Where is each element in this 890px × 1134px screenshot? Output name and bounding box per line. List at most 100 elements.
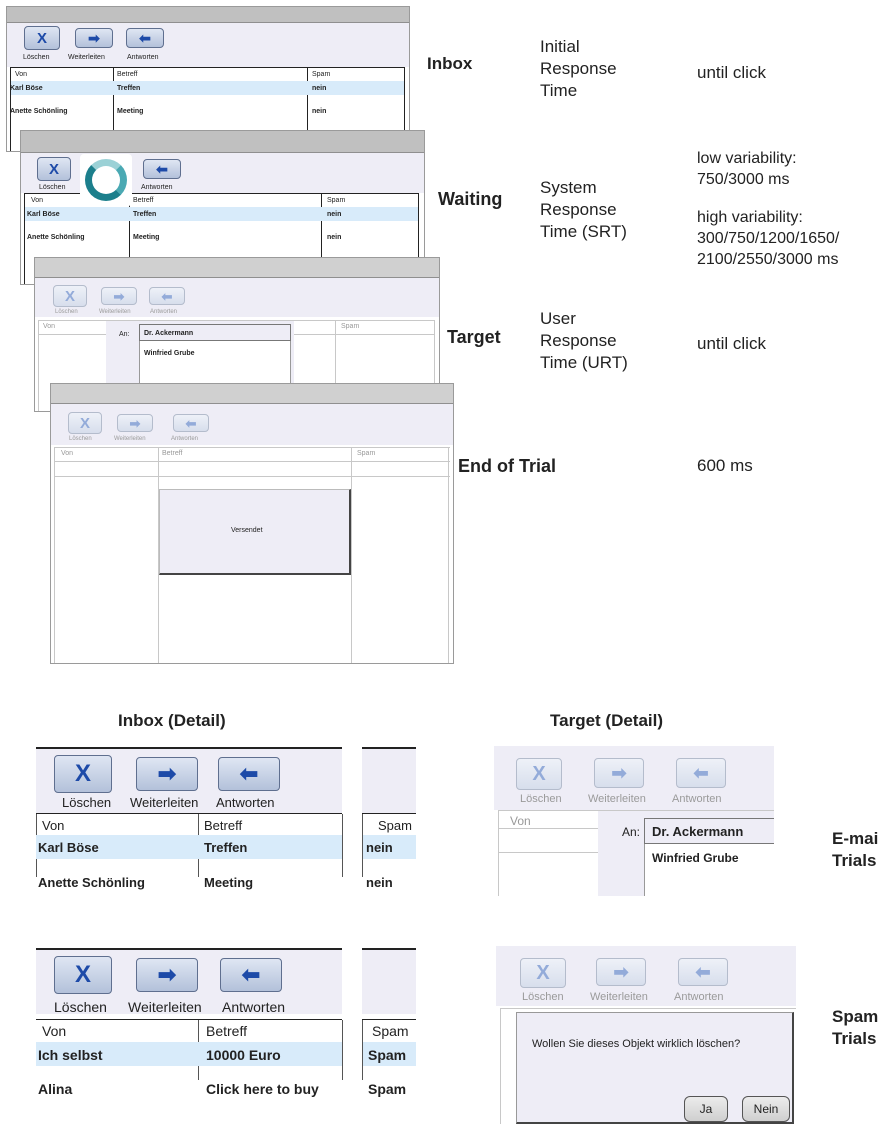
selected-row-highlight (25, 207, 418, 221)
column-spam: Spam (378, 818, 412, 833)
timing-line: 300/750/1200/1650/ (697, 230, 840, 247)
column-subject: Betreff (133, 197, 154, 204)
delete-x-icon: X (74, 961, 91, 988)
reply-button[interactable]: ⬅ (173, 414, 209, 432)
phase-waiting-label: System Response Time (SRT) (540, 177, 627, 243)
reply-arrow-icon: ⬅ (239, 761, 259, 786)
spam-row-1-subject[interactable]: 10000 Euro (206, 1048, 281, 1062)
grid-line (54, 447, 450, 448)
delete-button[interactable]: X (54, 755, 112, 793)
delete-button[interactable]: X (516, 758, 562, 790)
column-subject: Betreff (162, 450, 183, 457)
grid-line (500, 1008, 501, 1124)
forward-arrow-icon: ➡ (157, 962, 177, 987)
reply-label: Antworten (141, 184, 173, 191)
delete-button[interactable]: X (68, 412, 102, 434)
email-row-2-from[interactable]: Anette Schönling (38, 876, 145, 889)
delete-button[interactable]: X (37, 157, 71, 181)
delete-button[interactable]: X (24, 26, 60, 50)
title-bar (51, 384, 453, 404)
grid-line (342, 1020, 343, 1080)
forward-button[interactable]: ➡ (594, 758, 644, 788)
toolbar (362, 950, 416, 1014)
column-spam: Spam (341, 323, 360, 330)
email-row-2-subject[interactable]: Meeting (117, 108, 143, 115)
forward-button[interactable]: ➡ (117, 414, 153, 432)
forward-button[interactable]: ➡ (136, 958, 198, 992)
grid-line (54, 447, 55, 663)
spam-row-2-subject[interactable]: Click here to buy (206, 1082, 319, 1096)
delete-label: Löschen (54, 999, 107, 1015)
email-row-2-from[interactable]: Anette Schönling (27, 234, 85, 241)
delete-label: Löschen (69, 436, 92, 442)
spam-row-2-from[interactable]: Alina (38, 1082, 72, 1096)
timing-line: 2100/2550/3000 ms (697, 251, 839, 268)
email-row-2-spam[interactable]: nein (327, 234, 341, 241)
spam-row-1-from[interactable]: Ich selbst (38, 1048, 103, 1062)
title-bar (21, 131, 424, 153)
sent-dialog-text: Versendet (231, 527, 263, 534)
reply-button[interactable]: ⬅ (678, 958, 728, 986)
column-from: Von (31, 197, 44, 204)
forward-label: Weiterleiten (114, 436, 146, 442)
forward-button[interactable]: ➡ (101, 287, 137, 305)
email-row-1-from[interactable]: Karl Böse (10, 85, 43, 92)
phase-end-name: End of Trial (458, 456, 557, 476)
spam-row-2-spam[interactable]: Spam (368, 1082, 406, 1096)
phase-target-timing: until click (697, 334, 766, 353)
delete-button[interactable]: X (54, 956, 112, 994)
grid-line (362, 1019, 416, 1020)
forward-button[interactable]: ➡ (75, 28, 113, 48)
label-line: System (540, 178, 597, 197)
reply-button[interactable]: ⬅ (218, 757, 280, 791)
reply-arrow-icon: ⬅ (185, 415, 197, 431)
recipient-option-2-text[interactable]: Winfried Grube (652, 852, 739, 864)
column-subject: Betreff (204, 818, 243, 833)
delete-x-icon: X (79, 414, 90, 432)
confirm-yes-label: Ja (699, 1102, 713, 1116)
recipient-option-1-text[interactable]: Dr. Ackermann (652, 825, 743, 838)
email-trials-label: E-mai Trials (832, 828, 878, 872)
spam-row-1-spam[interactable]: Spam (368, 1048, 406, 1062)
busy-ring-icon (80, 154, 132, 206)
email-row-1-spam[interactable]: nein (327, 211, 341, 218)
reply-arrow-icon: ⬅ (241, 962, 261, 987)
delete-button[interactable]: X (520, 958, 566, 988)
recipient-option-1-text[interactable]: Dr. Ackermann (144, 330, 193, 337)
label-line: User (540, 309, 576, 328)
timing-line: high variability: (697, 209, 803, 226)
email-row-1-subject[interactable]: Treffen (204, 841, 247, 854)
email-row-1-from[interactable]: Karl Böse (38, 841, 99, 854)
confirm-no-button[interactable]: Nein (742, 1096, 790, 1122)
email-row-1-subject[interactable]: Treffen (117, 85, 140, 92)
email-row-1-spam[interactable]: nein (366, 841, 393, 854)
forward-button[interactable]: ➡ (136, 757, 198, 791)
email-row-2-subject[interactable]: Meeting (133, 234, 159, 241)
grid-line (36, 747, 342, 749)
reply-button[interactable]: ⬅ (126, 28, 164, 48)
phase-waiting-name: Waiting (438, 189, 503, 209)
reply-button[interactable]: ⬅ (149, 287, 185, 305)
column-subject: Betreff (206, 1023, 247, 1039)
grid-line (38, 320, 39, 411)
recipient-option-2-text[interactable]: Winfried Grube (144, 350, 195, 357)
delete-button[interactable]: X (53, 285, 87, 307)
forward-label: Weiterleiten (590, 991, 648, 1003)
delete-x-icon: X (48, 160, 59, 178)
email-row-2-subject[interactable]: Meeting (204, 876, 253, 889)
reply-button[interactable]: ⬅ (143, 159, 181, 179)
email-row-1-subject[interactable]: Treffen (133, 211, 156, 218)
confirm-yes-button[interactable]: Ja (684, 1096, 728, 1122)
column-from: Von (15, 71, 28, 78)
email-row-1-spam[interactable]: nein (312, 85, 326, 92)
reply-button[interactable]: ⬅ (220, 958, 282, 992)
email-row-1-from[interactable]: Karl Böse (27, 211, 60, 218)
grid-line (498, 810, 499, 896)
reply-button[interactable]: ⬅ (676, 758, 726, 788)
forward-button[interactable]: ➡ (596, 958, 646, 986)
email-row-2-spam[interactable]: nein (366, 876, 393, 889)
email-row-2-from[interactable]: Anette Schönling (10, 108, 68, 115)
email-row-2-spam[interactable]: nein (312, 108, 326, 115)
delete-label: Löschen (55, 309, 78, 315)
timing-line: low variability: (697, 150, 797, 167)
